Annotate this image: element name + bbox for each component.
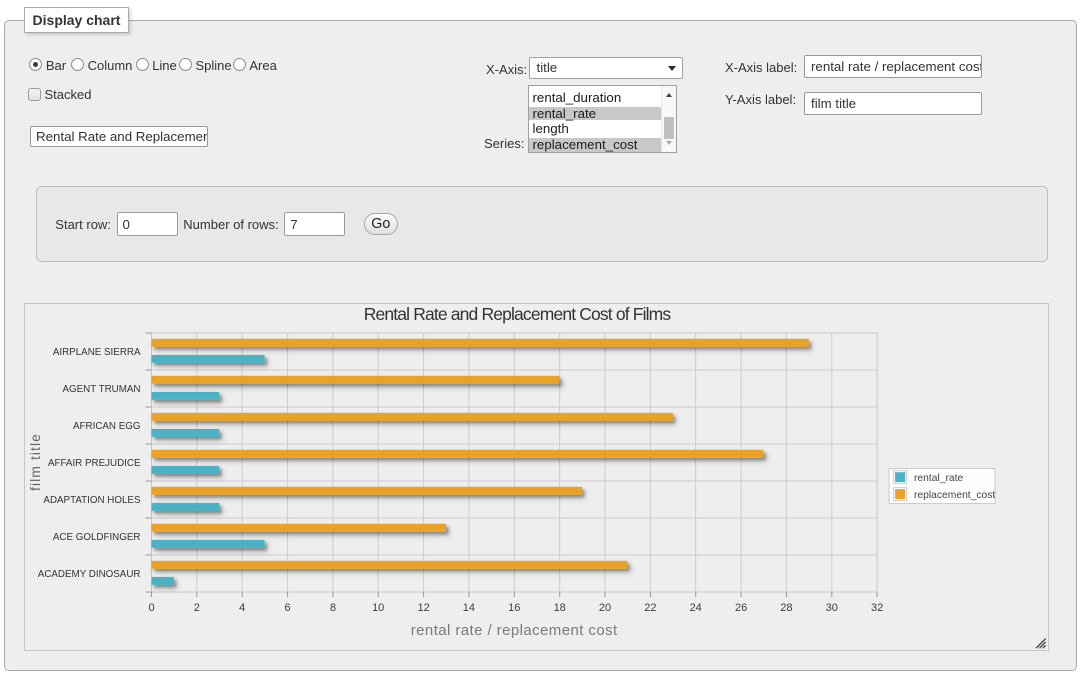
svg-text:18: 18 xyxy=(554,602,566,614)
svg-text:AGENT TRUMAN: AGENT TRUMAN xyxy=(62,384,140,395)
svg-text:32: 32 xyxy=(871,602,883,614)
svg-text:rental rate / replacement cost: rental rate / replacement cost xyxy=(411,622,618,639)
svg-text:AIRPLANE SIERRA: AIRPLANE SIERRA xyxy=(53,347,141,358)
svg-text:4: 4 xyxy=(239,602,245,614)
svg-text:6: 6 xyxy=(285,602,291,614)
svg-text:ACE GOLDFINGER: ACE GOLDFINGER xyxy=(53,532,141,543)
svg-text:28: 28 xyxy=(780,602,792,614)
svg-text:14: 14 xyxy=(463,602,475,614)
svg-text:22: 22 xyxy=(644,602,656,614)
svg-text:30: 30 xyxy=(826,602,838,614)
svg-text:rental_rate: rental_rate xyxy=(914,473,964,484)
svg-text:8: 8 xyxy=(330,602,336,614)
svg-text:20: 20 xyxy=(599,602,611,614)
svg-text:0: 0 xyxy=(148,602,154,614)
svg-text:12: 12 xyxy=(417,602,429,614)
svg-text:film title: film title xyxy=(27,433,43,491)
svg-text:AFRICAN EGG: AFRICAN EGG xyxy=(73,421,141,432)
svg-text:2: 2 xyxy=(194,602,200,614)
svg-text:AFFAIR PREJUDICE: AFFAIR PREJUDICE xyxy=(48,458,141,469)
svg-text:24: 24 xyxy=(690,602,702,614)
svg-text:Rental Rate and Replacement Co: Rental Rate and Replacement Cost of Film… xyxy=(364,304,672,324)
svg-text:16: 16 xyxy=(508,602,520,614)
svg-text:26: 26 xyxy=(735,602,747,614)
svg-text:ACADEMY DINOSAUR: ACADEMY DINOSAUR xyxy=(38,569,141,580)
svg-text:replacement_cost: replacement_cost xyxy=(914,489,995,500)
svg-text:ADAPTATION HOLES: ADAPTATION HOLES xyxy=(43,495,141,506)
svg-text:10: 10 xyxy=(372,602,384,614)
